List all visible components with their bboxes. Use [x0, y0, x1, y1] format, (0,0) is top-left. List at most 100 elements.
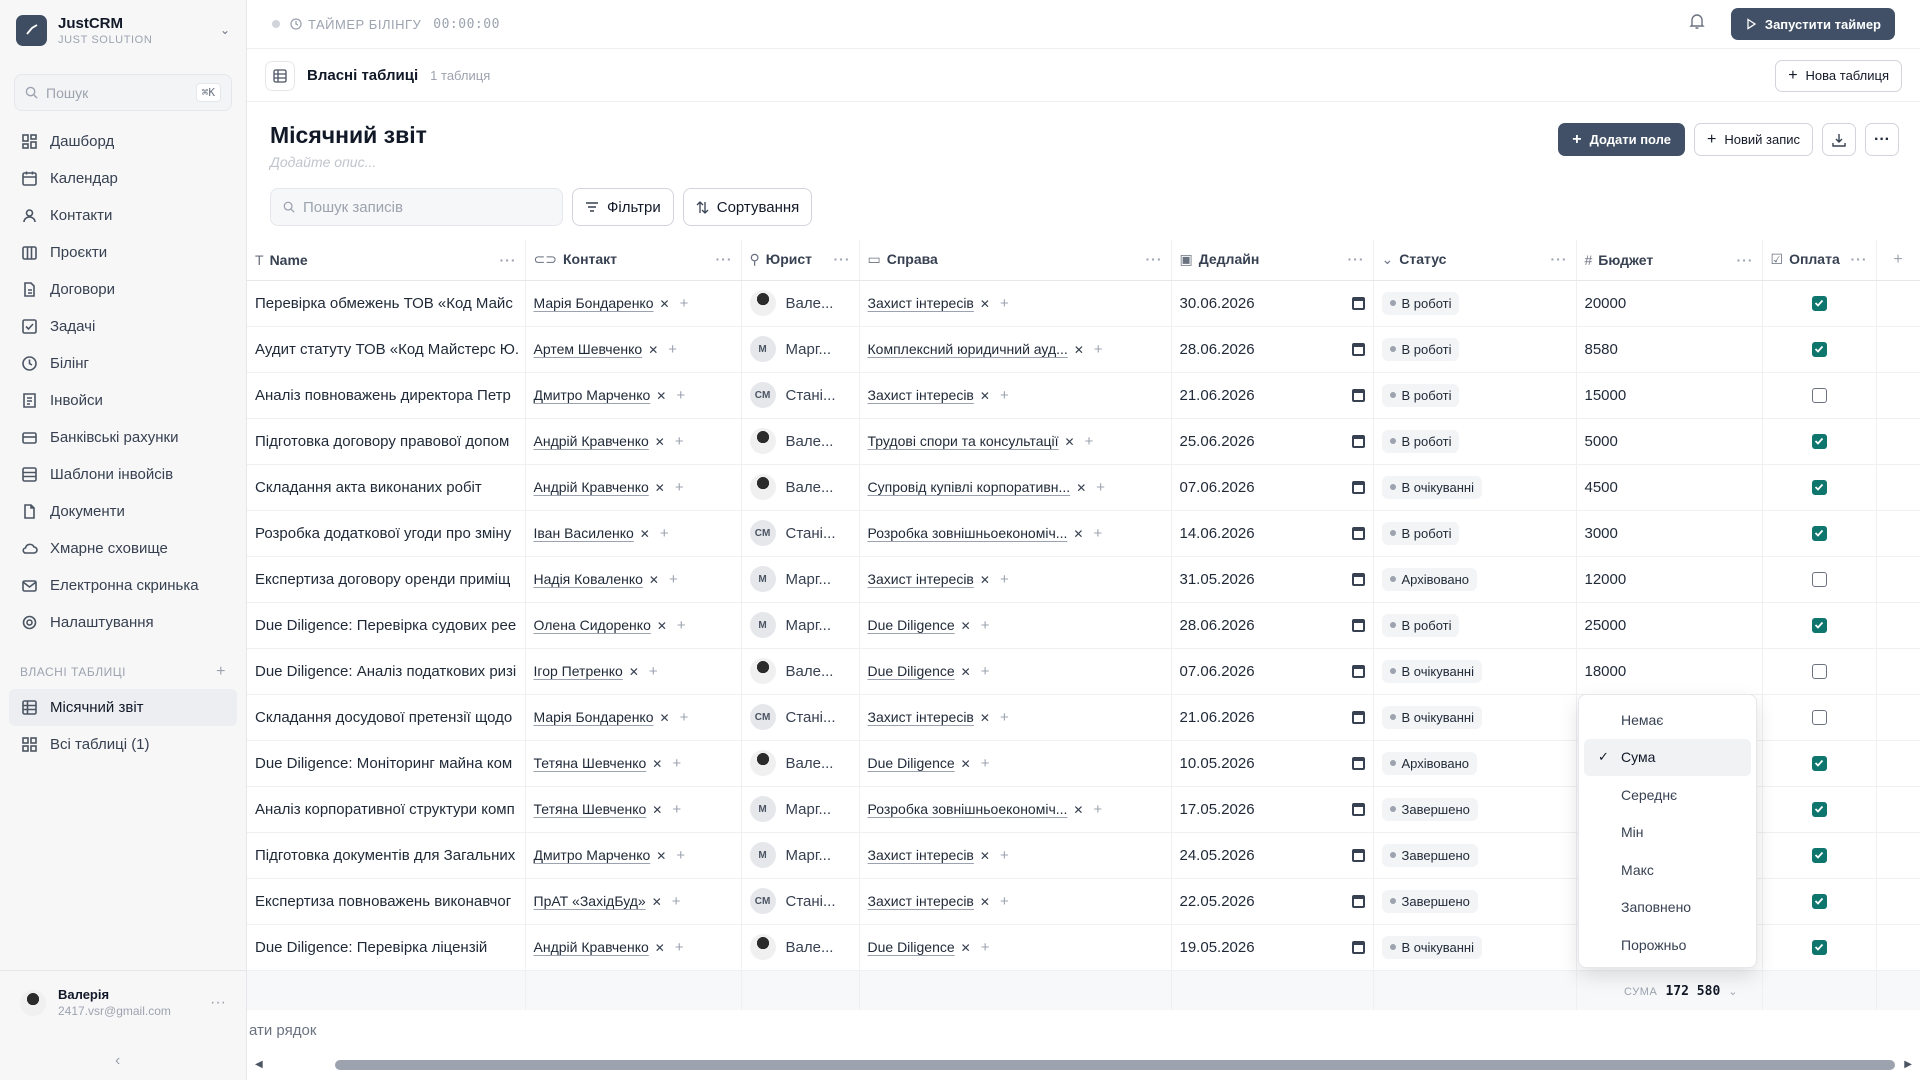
add-icon[interactable]: + — [676, 847, 685, 864]
contact-cell[interactable]: Надія Коваленко ✕ + — [525, 556, 742, 603]
calendar-icon[interactable] — [1351, 480, 1365, 494]
contact-cell[interactable]: Андрій Кравченко ✕ + — [525, 464, 742, 511]
calendar-icon[interactable] — [1351, 848, 1365, 862]
add-icon[interactable]: + — [660, 525, 669, 542]
remove-icon[interactable]: ✕ — [656, 389, 666, 403]
column-header-case[interactable]: ▭ Справа ··· — [859, 240, 1172, 281]
contact-chip[interactable]: Надія Коваленко — [534, 571, 643, 587]
remove-icon[interactable]: ✕ — [649, 573, 659, 587]
remove-icon[interactable]: ✕ — [980, 573, 990, 587]
sidebar-item-templates[interactable]: Шаблони інвойсів — [0, 456, 246, 493]
contact-chip[interactable]: Марія Бондаренко — [534, 295, 654, 311]
sidebar-search[interactable]: Пошук ⌘K — [14, 74, 232, 111]
add-icon[interactable]: + — [981, 663, 990, 680]
table-row[interactable]: Аудит статуту ТОВ «Код Майстерс Ю. Артем… — [247, 326, 1920, 373]
contact-chip[interactable]: Андрій Кравченко — [534, 433, 649, 449]
contact-chip[interactable]: Марія Бондаренко — [534, 709, 654, 725]
remove-icon[interactable]: ✕ — [1076, 481, 1086, 495]
case-cell[interactable]: Захист інтересів ✕ + — [859, 832, 1172, 879]
sidebar-item-tasks[interactable]: Задачі — [0, 308, 246, 345]
add-icon[interactable]: + — [1093, 801, 1102, 818]
add-icon[interactable]: + — [981, 755, 990, 772]
case-chip[interactable]: Захист інтересів — [868, 709, 974, 725]
lawyer-cell[interactable]: M Марг... — [741, 556, 860, 603]
case-chip[interactable]: Розробка зовнішньоекономіч... — [868, 525, 1068, 541]
user-profile[interactable]: Валерія 2417.vsr@gmail.com ··· — [0, 970, 246, 1034]
payment-checkbox[interactable] — [1811, 341, 1827, 357]
payment-cell[interactable] — [1762, 418, 1877, 465]
calendar-icon[interactable] — [1351, 710, 1365, 724]
column-header-status[interactable]: ⌄ Статус ··· — [1373, 240, 1577, 281]
case-cell[interactable]: Due Diligence ✕ + — [859, 602, 1172, 649]
add-icon[interactable]: + — [680, 709, 689, 726]
column-header-lawyer[interactable]: ⚲ Юрист ··· — [741, 240, 860, 281]
payment-cell[interactable] — [1762, 372, 1877, 419]
add-row-button[interactable]: ати рядок — [249, 1022, 316, 1039]
case-chip[interactable]: Захист інтересів — [868, 847, 974, 863]
case-cell[interactable]: Захист інтересів ✕ + — [859, 280, 1172, 327]
add-icon[interactable]: + — [981, 617, 990, 634]
aggregate-option[interactable]: Заповнено — [1584, 889, 1751, 927]
calendar-icon[interactable] — [1351, 894, 1365, 908]
name-cell[interactable]: Складання досудової претензії щодо — [247, 694, 526, 741]
status-cell[interactable]: В роботі — [1373, 418, 1577, 465]
remove-icon[interactable]: ✕ — [1073, 803, 1083, 817]
contact-chip[interactable]: Олена Сидоренко — [534, 617, 651, 633]
case-chip[interactable]: Трудові спори та консультації — [868, 433, 1059, 449]
case-chip[interactable]: Захист інтересів — [868, 893, 974, 909]
contact-cell[interactable]: Артем Шевченко ✕ + — [525, 326, 742, 373]
payment-checkbox[interactable] — [1811, 801, 1827, 817]
column-header-deadline[interactable]: ▣ Дедлайн ··· — [1171, 240, 1374, 281]
remove-icon[interactable]: ✕ — [961, 665, 971, 679]
status-cell[interactable]: Архівовано — [1373, 556, 1577, 603]
contact-chip[interactable]: Дмитро Марченко — [534, 387, 651, 403]
budget-cell[interactable]: 18000 — [1576, 648, 1763, 695]
contact-cell[interactable]: Андрій Кравченко ✕ + — [525, 418, 742, 465]
budget-cell[interactable]: 4500 — [1576, 464, 1763, 511]
payment-checkbox[interactable] — [1811, 571, 1827, 587]
add-icon[interactable]: + — [1000, 893, 1009, 910]
case-chip[interactable]: Захист інтересів — [868, 295, 974, 311]
table-row[interactable]: Експертиза договору оренди приміщ Надія … — [247, 556, 1920, 603]
deadline-cell[interactable]: 22.05.2026 — [1171, 878, 1374, 925]
column-menu-icon[interactable]: ··· — [1737, 252, 1754, 268]
status-cell[interactable]: В роботі — [1373, 326, 1577, 373]
sort-button[interactable]: Сортування — [682, 188, 813, 226]
add-icon[interactable]: + — [672, 893, 681, 910]
contact-chip[interactable]: Тетяна Шевченко — [534, 801, 647, 817]
add-icon[interactable]: + — [649, 663, 658, 680]
deadline-cell[interactable]: 31.05.2026 — [1171, 556, 1374, 603]
remove-icon[interactable]: ✕ — [656, 849, 666, 863]
deadline-cell[interactable]: 24.05.2026 — [1171, 832, 1374, 879]
payment-cell[interactable] — [1762, 326, 1877, 373]
remove-icon[interactable]: ✕ — [980, 389, 990, 403]
add-field-button[interactable]: + Додати поле — [1558, 123, 1685, 156]
lawyer-cell[interactable]: M Марг... — [741, 832, 860, 879]
contact-cell[interactable]: Ігор Петренко ✕ + — [525, 648, 742, 695]
case-cell[interactable]: Розробка зовнішньоекономіч... ✕ + — [859, 786, 1172, 833]
status-cell[interactable]: В очікуванні — [1373, 924, 1577, 971]
budget-cell[interactable]: 8580 — [1576, 326, 1763, 373]
lawyer-cell[interactable]: Вале... — [741, 924, 860, 971]
calendar-icon[interactable] — [1351, 572, 1365, 586]
sidebar-item-contracts[interactable]: Договори — [0, 271, 246, 308]
remove-icon[interactable]: ✕ — [961, 941, 971, 955]
add-icon[interactable]: + — [675, 939, 684, 956]
remove-icon[interactable]: ✕ — [652, 895, 662, 909]
deadline-cell[interactable]: 07.06.2026 — [1171, 648, 1374, 695]
filters-button[interactable]: Фільтри — [572, 188, 674, 226]
add-icon[interactable]: + — [677, 617, 686, 634]
workspace-switcher[interactable]: JustCRM JUST SOLUTION ⌄ — [0, 0, 246, 60]
add-icon[interactable]: + — [1000, 387, 1009, 404]
payment-checkbox[interactable] — [1811, 295, 1827, 311]
case-chip[interactable]: Розробка зовнішньоекономіч... — [868, 801, 1068, 817]
name-cell[interactable]: Due Diligence: Моніторинг майна ком — [247, 740, 526, 787]
payment-cell[interactable] — [1762, 786, 1877, 833]
budget-summary[interactable]: СУМА 172 580 ⌄ — [1576, 970, 1763, 1010]
add-icon[interactable]: + — [1094, 341, 1103, 358]
add-column-button[interactable]: + — [1876, 240, 1920, 281]
name-cell[interactable]: Аналіз повноважень директора Петр — [247, 372, 526, 419]
remove-icon[interactable]: ✕ — [640, 527, 650, 541]
add-icon[interactable]: + — [676, 387, 685, 404]
payment-cell[interactable] — [1762, 602, 1877, 649]
